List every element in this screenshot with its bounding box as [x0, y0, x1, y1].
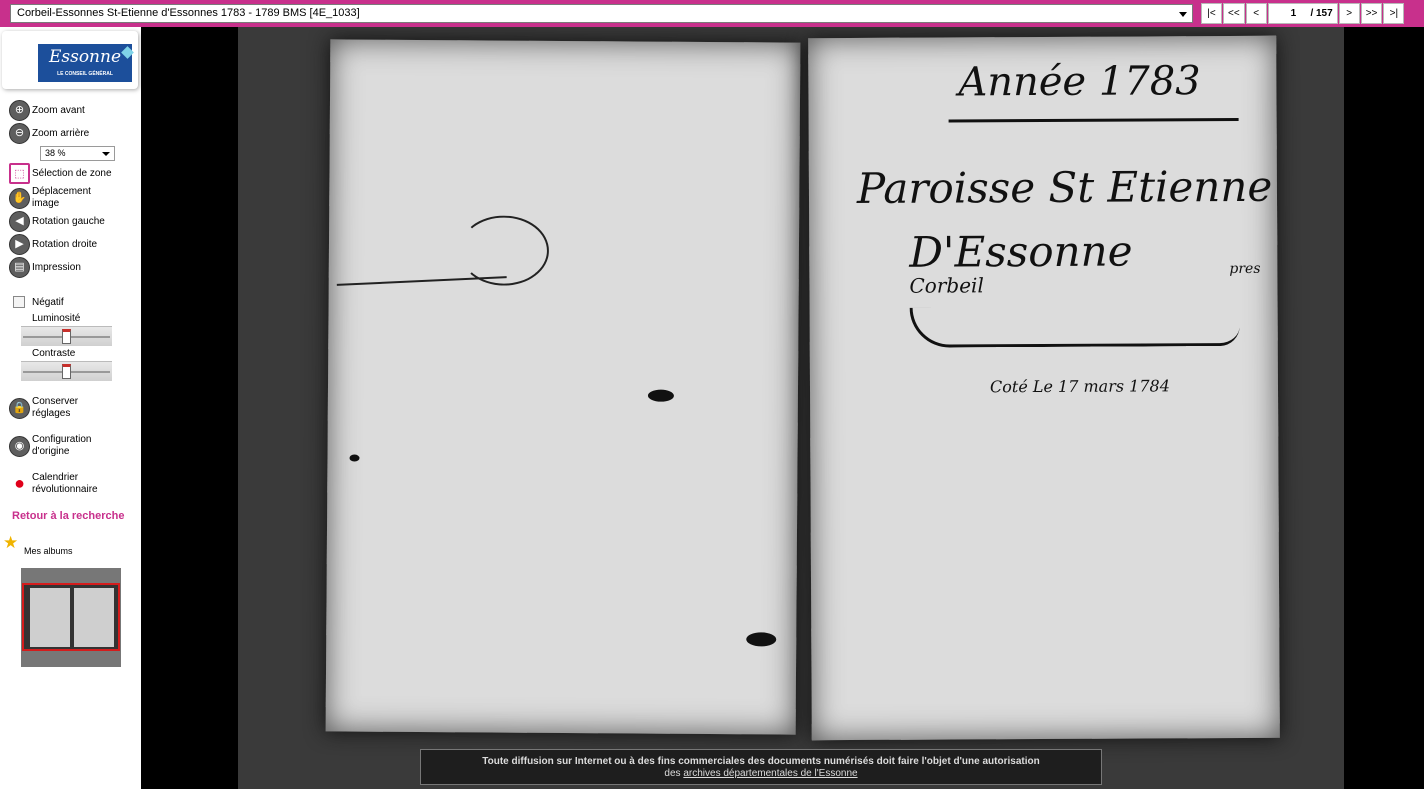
scanned-register: Année 1783 Paroisse St Etienne D'Essonne…	[238, 27, 1344, 789]
image-viewer[interactable]: Année 1783 Paroisse St Etienne D'Essonne…	[141, 27, 1424, 789]
rotate-right-icon: ▶	[9, 234, 30, 255]
top-bar: Corbeil-Essonnes St-Etienne d'Essonnes 1…	[0, 0, 1424, 27]
essonne-logo: Essonne LE CONSEIL GÉNÉRAL	[38, 44, 134, 82]
ink-flourish	[458, 215, 550, 286]
notice-prefix: des	[664, 768, 681, 779]
thumbnail-page-right	[74, 588, 114, 647]
brightness-slider[interactable]	[21, 326, 112, 346]
slider-thumb[interactable]	[62, 329, 71, 344]
document-title: Corbeil-Essonnes St-Etienne d'Essonnes 1…	[17, 7, 360, 19]
calendar-label: Calendrier révolutionnaire	[32, 472, 98, 495]
negative-label: Négatif	[32, 297, 64, 308]
page-indicator: 1 / 157	[1267, 3, 1338, 24]
ink-stain	[647, 389, 674, 402]
reset-tool[interactable]: ◉ Configuration d'origine	[9, 434, 112, 458]
last-page-button[interactable]: >|	[1383, 3, 1405, 24]
phrygian-cap-icon: ●	[9, 473, 30, 495]
signature-note: Coté Le 17 mars 1784	[989, 376, 1170, 397]
year-underline	[948, 117, 1239, 123]
fast-forward-button[interactable]: >>	[1360, 3, 1383, 24]
calendar-tool[interactable]: ● Calendrier révolutionnaire	[9, 472, 117, 496]
page-total: / 157	[1310, 8, 1333, 19]
star-icon[interactable]: ★	[3, 534, 18, 551]
copyright-notice: Toute diffusion sur Internet ou à des fi…	[420, 749, 1102, 785]
rotate-right-label: Rotation droite	[32, 238, 98, 250]
notice-line-2: des archives départementales de l'Essonn…	[421, 768, 1101, 780]
contrast-slider[interactable]	[21, 361, 112, 381]
zoom-level-value: 38 %	[45, 148, 66, 158]
print-label: Impression	[32, 261, 81, 273]
ink-stain	[349, 454, 360, 462]
first-page-button[interactable]: |<	[1201, 3, 1222, 24]
slider-thumb[interactable]	[62, 364, 71, 379]
reset-label: Configuration d'origine	[32, 434, 92, 457]
navigator-thumbnail[interactable]	[21, 568, 121, 667]
lock-icon: 🔒	[9, 397, 30, 419]
chevron-down-icon	[102, 152, 110, 156]
brightness-label: Luminosité	[32, 313, 81, 324]
zoom-out-tool[interactable]: ⊖ Zoom arrière	[9, 123, 89, 144]
selection-icon: ⬚	[9, 163, 30, 184]
right-page: Année 1783 Paroisse St Etienne D'Essonne…	[808, 35, 1280, 741]
logo-wordmark: Essonne	[48, 47, 122, 67]
parish-line-2: D'Essonne	[909, 226, 1133, 277]
negative-checkbox[interactable]	[13, 296, 25, 308]
zoom-in-icon: ⊕	[9, 100, 30, 121]
rotate-left-label: Rotation gauche	[32, 215, 105, 227]
tool-sidebar: Essonne LE CONSEIL GÉNÉRAL ⊕ Zoom avant …	[0, 27, 141, 789]
rewind-button[interactable]: <<	[1223, 3, 1245, 24]
save-settings-label: Conserver réglages	[32, 396, 79, 419]
logo-subtitle: LE CONSEIL GÉNÉRAL	[57, 71, 113, 77]
thumbnail-page-left	[30, 588, 70, 647]
zoom-level-select[interactable]: 38 %	[40, 146, 115, 161]
document-select[interactable]: Corbeil-Essonnes St-Etienne d'Essonnes 1…	[10, 4, 1193, 23]
back-to-search-link[interactable]: Retour à la recherche	[12, 510, 125, 522]
area-select-tool[interactable]: ⬚ Sélection de zone	[9, 163, 112, 184]
logo-container[interactable]: Essonne LE CONSEIL GÉNÉRAL	[2, 31, 138, 89]
rotate-left-tool[interactable]: ◀ Rotation gauche	[9, 211, 105, 232]
archives-link[interactable]: archives départementales de l'Essonne	[683, 768, 857, 779]
pan-label: Déplacement image	[32, 186, 91, 209]
zoom-out-label: Zoom arrière	[32, 127, 90, 139]
pan-tool[interactable]: ✋ Déplacement image	[9, 186, 112, 210]
chevron-down-icon	[1179, 12, 1187, 17]
zoom-in-label: Zoom avant	[32, 104, 85, 116]
save-settings-tool[interactable]: 🔒 Conserver réglages	[9, 396, 102, 420]
eye-icon: ◉	[9, 435, 30, 457]
zoom-in-tool[interactable]: ⊕ Zoom avant	[9, 100, 85, 121]
rotate-right-tool[interactable]: ▶ Rotation droite	[9, 234, 97, 255]
my-albums-link[interactable]: Mes albums	[24, 546, 73, 556]
year-heading: Année 1783	[958, 58, 1201, 106]
area-select-label: Sélection de zone	[32, 167, 112, 179]
print-tool[interactable]: ▤ Impression	[9, 257, 81, 278]
contrast-label: Contraste	[32, 348, 76, 359]
printer-icon: ▤	[9, 257, 30, 278]
parish-line-1: Paroisse St Etienne	[856, 161, 1273, 213]
page-number-input[interactable]: 1	[1280, 4, 1306, 23]
page-navigation: |< << < 1 / 157 > >> >|	[1201, 3, 1405, 24]
zoom-out-icon: ⊖	[9, 123, 30, 144]
hand-icon: ✋	[9, 187, 30, 209]
ink-stain	[746, 632, 777, 647]
left-page	[325, 39, 801, 735]
previous-page-button[interactable]: <	[1245, 3, 1267, 24]
ink-brace	[909, 305, 1240, 348]
notice-line-1: Toute diffusion sur Internet ou à des fi…	[482, 756, 1040, 767]
parish-pres: pres	[1229, 260, 1261, 278]
next-page-button[interactable]: >	[1338, 3, 1360, 24]
parish-town: Corbeil	[909, 273, 984, 298]
viewport-frame[interactable]	[22, 583, 120, 651]
rotate-left-icon: ◀	[9, 211, 30, 232]
